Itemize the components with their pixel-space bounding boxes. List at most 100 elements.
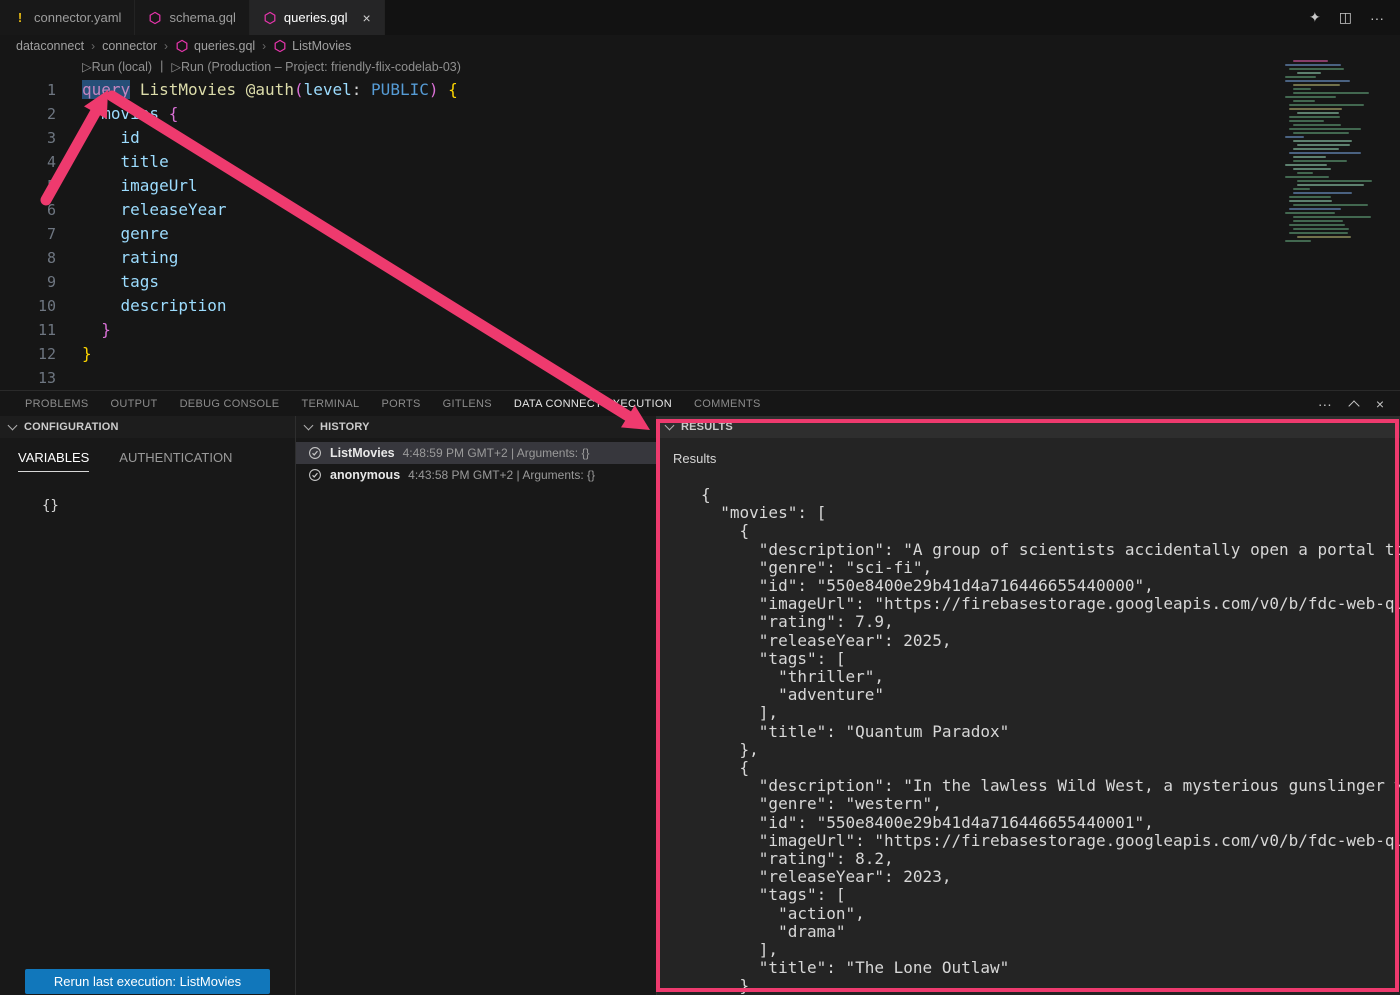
close-icon[interactable]: ×: [363, 11, 371, 25]
breadcrumb-item-connector[interactable]: connector: [102, 39, 157, 53]
yaml-warning-icon: !: [13, 11, 27, 25]
line-number: 11: [0, 318, 56, 342]
breadcrumb-item-queries.gql[interactable]: queries.gql: [175, 39, 255, 53]
maximize-panel-icon[interactable]: [1348, 400, 1359, 411]
history-name: anonymous: [330, 468, 400, 482]
code-line[interactable]: 13: [0, 366, 1270, 390]
chevron-down-icon: [665, 421, 675, 431]
panel-actions: ··· ×: [1318, 391, 1400, 417]
editor-tab-bar: ! connector.yaml schema.gql queries.gql × ✦ ◫…: [0, 0, 1400, 35]
configuration-header[interactable]: CONFIGURATION: [0, 416, 295, 438]
line-number: 13: [0, 366, 56, 390]
results-section[interactable]: RESULTS Results { "movies": [ { "descrip…: [656, 416, 1400, 995]
code-line[interactable]: 2 movies {: [0, 102, 1270, 126]
play-icon: ▷: [171, 60, 181, 74]
split-editor-icon[interactable]: ◫: [1339, 9, 1352, 26]
panel-tab-gitlens[interactable]: GITLENS: [432, 391, 503, 417]
code-line[interactable]: 6 releaseYear: [0, 198, 1270, 222]
results-json: { "movies": [ { "description": "A group …: [701, 486, 1400, 995]
results-subtitle: Results: [673, 451, 1400, 466]
graphql-icon: [148, 11, 162, 25]
graphql-icon: [273, 39, 287, 53]
tab-queries.gql[interactable]: queries.gql ×: [250, 0, 385, 35]
history-row[interactable]: ListMovies 4:48:59 PM GMT+2 | Arguments: …: [296, 442, 656, 464]
line-number: 6: [0, 198, 56, 222]
sparkle-icon[interactable]: ✦: [1309, 9, 1321, 26]
panel-tab-terminal[interactable]: TERMINAL: [290, 391, 370, 417]
graphql-icon: [175, 39, 189, 53]
tab-label: connector.yaml: [34, 10, 121, 25]
vscode-window: ! connector.yaml schema.gql queries.gql × ✦ ◫…: [0, 0, 1400, 995]
code-line[interactable]: 5 imageUrl: [0, 174, 1270, 198]
history-meta: 4:48:59 PM GMT+2 | Arguments: {}: [403, 446, 590, 460]
panel-tab-bar: PROBLEMSOUTPUTDEBUG CONSOLETERMINALPORTS…: [0, 390, 1400, 417]
line-number: 4: [0, 150, 56, 174]
line-number: 12: [0, 342, 56, 366]
breadcrumb-separator: ›: [262, 39, 266, 53]
line-number: 10: [0, 294, 56, 318]
panel-tab-comments[interactable]: COMMENTS: [683, 391, 772, 417]
code-line[interactable]: 8 rating: [0, 246, 1270, 270]
line-number: 1: [0, 78, 56, 102]
panel-tab-output[interactable]: OUTPUT: [100, 391, 169, 417]
breadcrumb-item-ListMovies[interactable]: ListMovies: [273, 39, 351, 53]
breadcrumb-separator: ›: [91, 39, 95, 53]
line-number: 7: [0, 222, 56, 246]
breadcrumb-separator: ›: [164, 39, 168, 53]
tab-variables[interactable]: VARIABLES: [18, 450, 89, 472]
results-header[interactable]: RESULTS: [657, 416, 1400, 438]
panel-more-actions-icon[interactable]: ···: [1318, 396, 1332, 412]
code-line[interactable]: 7 genre: [0, 222, 1270, 246]
chevron-down-icon: [8, 421, 18, 431]
line-number: 9: [0, 270, 56, 294]
code-lines[interactable]: 1query ListMovies @auth(level: PUBLIC) {…: [0, 78, 1270, 390]
breadcrumb-item-dataconnect[interactable]: dataconnect: [16, 39, 84, 53]
code-editor[interactable]: ▷Run (local) | ▷Run (Production – Projec…: [0, 57, 1400, 390]
minimap[interactable]: [1285, 57, 1398, 244]
panel-tab-debug-console[interactable]: DEBUG CONSOLE: [169, 391, 291, 417]
more-actions-icon[interactable]: ···: [1370, 10, 1384, 26]
panel-tab-ports[interactable]: PORTS: [370, 391, 431, 417]
run-production-link[interactable]: ▷Run (Production – Project: friendly-fli…: [171, 59, 461, 74]
tab-authentication[interactable]: AUTHENTICATION: [119, 450, 232, 472]
configuration-section: CONFIGURATION VARIABLES AUTHENTICATION {…: [0, 416, 295, 995]
rerun-button[interactable]: Rerun last execution: ListMovies: [25, 969, 270, 994]
codelens-divider: |: [160, 59, 163, 74]
line-number: 3: [0, 126, 56, 150]
panel-body: CONFIGURATION VARIABLES AUTHENTICATION {…: [0, 416, 1400, 995]
history-name: ListMovies: [330, 446, 395, 460]
code-line[interactable]: 3 id: [0, 126, 1270, 150]
check-circle-icon: [308, 468, 322, 482]
editor-tabs: ! connector.yaml schema.gql queries.gql ×: [0, 0, 385, 35]
code-line[interactable]: 4 title: [0, 150, 1270, 174]
line-number: 8: [0, 246, 56, 270]
graphql-icon: [263, 11, 277, 25]
code-line[interactable]: 9 tags: [0, 270, 1270, 294]
line-number: 5: [0, 174, 56, 198]
chevron-down-icon: [304, 421, 314, 431]
run-local-link[interactable]: ▷Run (local): [82, 59, 152, 74]
tab-connector.yaml[interactable]: ! connector.yaml: [0, 0, 135, 35]
code-line[interactable]: 12}: [0, 342, 1270, 366]
code-line[interactable]: 11 }: [0, 318, 1270, 342]
history-rows: ListMovies 4:48:59 PM GMT+2 | Arguments: …: [296, 438, 656, 486]
panel-tab-data-connect-execution[interactable]: DATA CONNECT EXECUTION: [503, 391, 683, 417]
code-line[interactable]: 10 description: [0, 294, 1270, 318]
check-circle-icon: [308, 446, 322, 460]
history-meta: 4:43:58 PM GMT+2 | Arguments: {}: [408, 468, 595, 482]
history-header[interactable]: HISTORY: [296, 416, 656, 438]
history-row[interactable]: anonymous 4:43:58 PM GMT+2 | Arguments: {…: [296, 464, 656, 486]
history-section: HISTORY ListMovies 4:48:59 PM GMT+2 | Arg…: [295, 416, 656, 995]
panel-tabs: PROBLEMSOUTPUTDEBUG CONSOLETERMINALPORTS…: [14, 391, 772, 417]
variables-value[interactable]: {}: [42, 498, 295, 514]
panel-tab-problems[interactable]: PROBLEMS: [14, 391, 100, 417]
configuration-tabs: VARIABLES AUTHENTICATION: [0, 438, 295, 472]
play-icon: ▷: [82, 60, 92, 74]
close-panel-icon[interactable]: ×: [1376, 396, 1384, 412]
code-line[interactable]: 1query ListMovies @auth(level: PUBLIC) {: [0, 78, 1270, 102]
line-number: 2: [0, 102, 56, 126]
tabbar-actions: ✦ ◫ ···: [1309, 0, 1400, 35]
codelens: ▷Run (local) | ▷Run (Production – Projec…: [82, 59, 461, 74]
tab-schema.gql[interactable]: schema.gql: [135, 0, 249, 35]
tab-label: queries.gql: [284, 10, 348, 25]
